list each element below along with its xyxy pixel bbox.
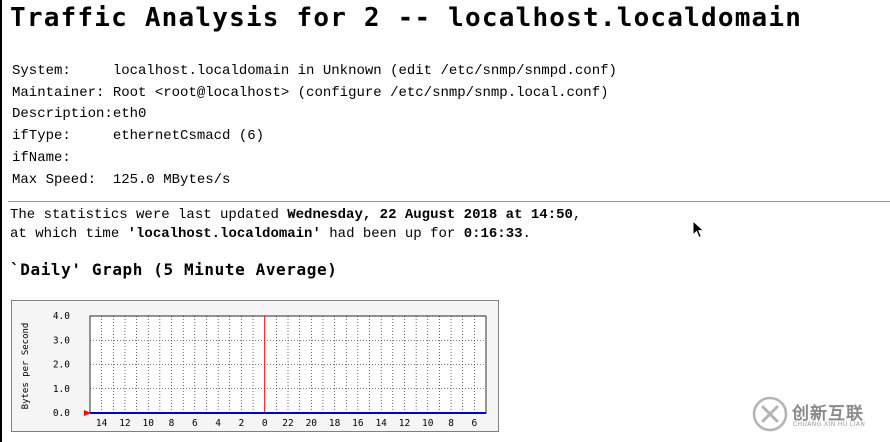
y-tick-label: 2.0	[53, 360, 70, 371]
stats-updated-time: Wednesday, 22 August 2018 at 14:50	[287, 207, 573, 223]
stats-uptime: 0:16:33	[463, 226, 523, 242]
watermark-brand-subtext: CHUANG XIN HU LIAN	[793, 421, 866, 428]
x-tick-label: 10	[143, 418, 155, 429]
info-value-maintainer: Root <root@localhost> (configure /etc/sn…	[112, 84, 609, 101]
x-tick-label: 12	[399, 418, 410, 429]
info-label-iftype: ifType:	[12, 128, 71, 145]
y-tick-label: 0.0	[53, 408, 70, 419]
stats-line1-prefix: The statistics were last updated	[10, 207, 288, 223]
x-tick-label: 20	[306, 418, 318, 429]
x-tick-label: 8	[448, 418, 454, 429]
interface-info-table: System: localhost.localdomain in Unknown…	[12, 61, 617, 191]
info-label-maxspeed: Max Speed:	[12, 171, 97, 188]
info-value-iftype: ethernetCsmacd (6)	[112, 128, 265, 145]
info-row-iftype: ifType: ethernetCsmacd (6)	[12, 126, 617, 148]
page-left-border	[0, 0, 2, 442]
x-tick-label: 6	[192, 418, 198, 429]
info-value-maxspeed: 125.0 MBytes/s	[112, 171, 231, 188]
y-tick-label: 3.0	[53, 335, 70, 346]
stats-line-2: at which time 'localhost.localdomain' ha…	[10, 225, 581, 244]
daily-traffic-graph: Bytes per Second 4.0 3.0 2.0 1.0 0.0 14 12 10 8 6…	[11, 300, 499, 432]
x-tick-label: 18	[329, 418, 341, 429]
x-tick-label: 12	[119, 418, 130, 429]
watermark-logo: 创新互联 CHUANG XIN HU LIAN	[748, 392, 886, 436]
x-tick-label: 2	[239, 418, 245, 429]
info-label-description: Description:	[12, 106, 113, 123]
stats-line2-middle: had been up for	[320, 226, 464, 242]
y-axis-label: Bytes per Second	[21, 323, 31, 410]
x-tick-label: 10	[422, 418, 434, 429]
x-tick-label: 4	[215, 418, 221, 429]
daily-traffic-chart: Bytes per Second 4.0 3.0 2.0 1.0 0.0 14 12 10 8 6…	[21, 311, 487, 429]
info-label-ifname: ifName:	[12, 149, 71, 166]
info-label-maintainer: Maintainer:	[12, 84, 105, 101]
x-tick-label: 16	[352, 418, 364, 429]
horizontal-rule	[8, 201, 890, 202]
x-tick-label: 8	[169, 418, 175, 429]
info-label-system: System:	[12, 63, 71, 79]
x-tick-label: 14	[96, 418, 108, 429]
info-row-maintainer: Maintainer: Root <root@localhost> (confi…	[12, 83, 617, 105]
daily-graph-heading: `Daily' Graph (5 Minute Average)	[10, 260, 338, 279]
x-tick-label: 0	[262, 418, 268, 429]
stats-line1-suffix: ,	[572, 207, 582, 223]
info-value-ifname	[113, 148, 617, 170]
y-tick-label: 4.0	[53, 311, 70, 322]
stats-paragraph: The statistics were last updated Wednesd…	[10, 206, 581, 244]
stats-host: 'localhost.localdomain'	[127, 226, 321, 242]
info-value-description: eth0	[112, 106, 147, 123]
y-tick-label: 1.0	[53, 384, 70, 395]
info-row-ifname: ifName:	[12, 148, 617, 170]
stats-line2-suffix: .	[522, 226, 531, 242]
info-row-system: System: localhost.localdomain in Unknown…	[12, 61, 617, 83]
x-tick-label: 6	[471, 418, 477, 429]
watermark-swirl-icon	[752, 396, 788, 432]
mouse-pointer-icon	[692, 220, 705, 239]
info-row-description: Description: eth0	[12, 104, 617, 126]
x-tick-label: 14	[375, 418, 387, 429]
info-value-system: localhost.localdomain in Unknown (edit /…	[112, 63, 617, 79]
page-title: Traffic Analysis for 2 -- localhost.loca…	[10, 3, 803, 33]
x-tick-label: 22	[282, 418, 293, 429]
info-row-maxspeed: Max Speed: 125.0 MBytes/s	[12, 170, 617, 192]
stats-line-1: The statistics were last updated Wednesd…	[10, 206, 581, 225]
stats-line2-prefix: at which time	[10, 226, 128, 242]
